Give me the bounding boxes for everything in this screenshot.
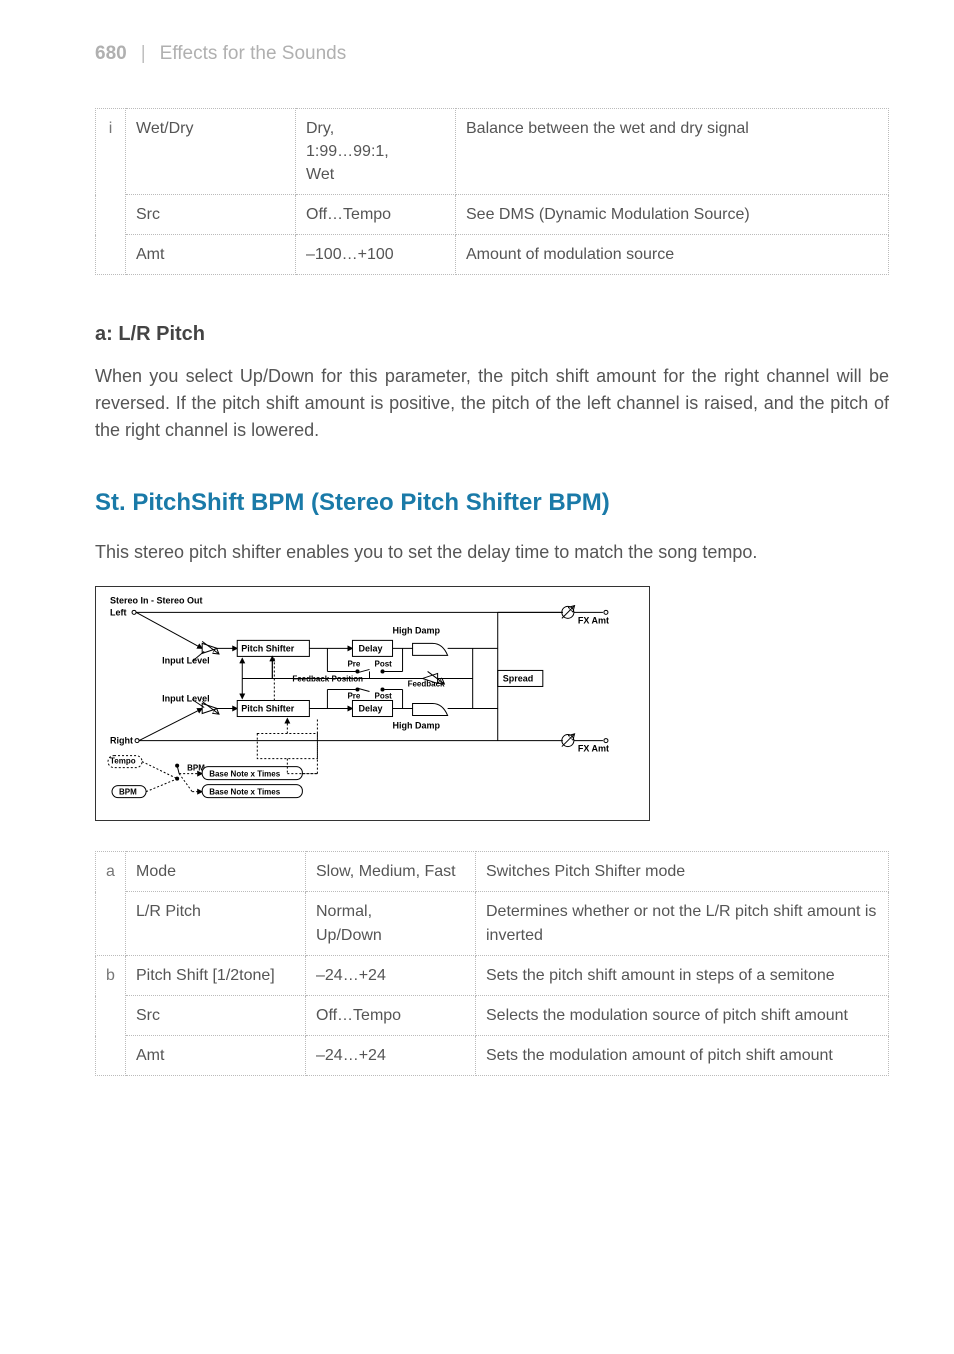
parameter-table-1: i Wet/Dry Dry, 1:99…99:1, Wet Balance be… bbox=[95, 108, 889, 276]
pre-label: Pre bbox=[347, 692, 360, 701]
param-range: –24…+24 bbox=[306, 955, 476, 995]
table-row: L/R Pitch Normal, Up/Down Determines whe… bbox=[96, 892, 889, 955]
param-name: Amt bbox=[126, 1036, 306, 1076]
header-separator: | bbox=[141, 40, 146, 68]
subsection-heading: a: L/R Pitch bbox=[95, 320, 889, 349]
input-level-label: Input Level bbox=[162, 656, 210, 666]
param-name: Src bbox=[126, 195, 296, 235]
param-range: Off…Tempo bbox=[296, 195, 456, 235]
param-range: Off…Tempo bbox=[306, 996, 476, 1036]
param-name: Pitch Shift [1/2tone] bbox=[126, 955, 306, 995]
feedback-label: Feedback bbox=[408, 680, 445, 689]
table-row: Src Off…Tempo Selects the modulation sou… bbox=[96, 996, 889, 1036]
fx-amt-label: FX Amt bbox=[578, 616, 609, 626]
signal-flow-diagram: Stereo In - Stereo Out Left Input Level … bbox=[95, 586, 650, 821]
table-row: a Mode Slow, Medium, Fast Switches Pitch… bbox=[96, 852, 889, 892]
parameter-table-2: a Mode Slow, Medium, Fast Switches Pitch… bbox=[95, 851, 889, 1076]
page-header: 680 | Effects for the Sounds bbox=[95, 40, 889, 68]
base-note-label: Base Note x Times bbox=[209, 770, 281, 779]
param-desc: Amount of modulation source bbox=[456, 235, 889, 275]
right-label: Right bbox=[110, 736, 133, 746]
fx-amt-label: FX Amt bbox=[578, 744, 609, 754]
pitch-shifter-label: Pitch Shifter bbox=[241, 704, 295, 714]
bpm-label: BPM bbox=[119, 788, 137, 797]
param-range: Normal, Up/Down bbox=[306, 892, 476, 955]
param-name: Src bbox=[126, 996, 306, 1036]
param-name: L/R Pitch bbox=[126, 892, 306, 955]
chapter-title: Effects for the Sounds bbox=[160, 40, 347, 68]
param-desc: Determines whether or not the L/R pitch … bbox=[476, 892, 889, 955]
param-desc: Selects the modulation source of pitch s… bbox=[476, 996, 889, 1036]
table-row: i Wet/Dry Dry, 1:99…99:1, Wet Balance be… bbox=[96, 108, 889, 195]
page-number: 680 bbox=[95, 40, 127, 68]
feedback-position-label: Feedback Position bbox=[292, 675, 363, 684]
param-desc: Sets the pitch shift amount in steps of … bbox=[476, 955, 889, 995]
param-range: –100…+100 bbox=[296, 235, 456, 275]
row-index: i bbox=[96, 108, 126, 275]
param-range: Dry, 1:99…99:1, Wet bbox=[296, 108, 456, 195]
param-name: Mode bbox=[126, 852, 306, 892]
table-row: Amt –24…+24 Sets the modulation amount o… bbox=[96, 1036, 889, 1076]
delay-label: Delay bbox=[358, 644, 382, 654]
param-desc: See DMS (Dynamic Modulation Source) bbox=[456, 195, 889, 235]
pitch-shifter-label: Pitch Shifter bbox=[241, 644, 295, 654]
base-note-label: Base Note x Times bbox=[209, 788, 281, 797]
tempo-label: Tempo bbox=[110, 757, 136, 766]
param-desc: Sets the modulation amount of pitch shif… bbox=[476, 1036, 889, 1076]
delay-label: Delay bbox=[358, 704, 382, 714]
table-row: Src Off…Tempo See DMS (Dynamic Modulatio… bbox=[96, 195, 889, 235]
table-row: Amt –100…+100 Amount of modulation sourc… bbox=[96, 235, 889, 275]
param-range: –24…+24 bbox=[306, 1036, 476, 1076]
left-label: Left bbox=[110, 608, 127, 618]
high-damp-label: High Damp bbox=[393, 626, 441, 636]
table-row: b Pitch Shift [1/2tone] –24…+24 Sets the… bbox=[96, 955, 889, 995]
post-label: Post bbox=[375, 692, 393, 701]
body-paragraph: This stereo pitch shifter enables you to… bbox=[95, 539, 889, 566]
post-label: Post bbox=[375, 660, 393, 669]
row-index: a bbox=[96, 852, 126, 956]
param-name: Wet/Dry bbox=[126, 108, 296, 195]
param-desc: Switches Pitch Shifter mode bbox=[476, 852, 889, 892]
row-index: b bbox=[96, 955, 126, 1076]
param-name: Amt bbox=[126, 235, 296, 275]
param-desc: Balance between the wet and dry signal bbox=[456, 108, 889, 195]
body-paragraph: When you select Up/Down for this paramet… bbox=[95, 363, 889, 444]
section-title: St. PitchShift BPM (Stereo Pitch Shifter… bbox=[95, 486, 889, 521]
diagram-title: Stereo In - Stereo Out bbox=[110, 596, 203, 606]
pre-label: Pre bbox=[347, 660, 360, 669]
spread-label: Spread bbox=[503, 674, 534, 684]
param-range: Slow, Medium, Fast bbox=[306, 852, 476, 892]
high-damp-label: High Damp bbox=[393, 721, 441, 731]
